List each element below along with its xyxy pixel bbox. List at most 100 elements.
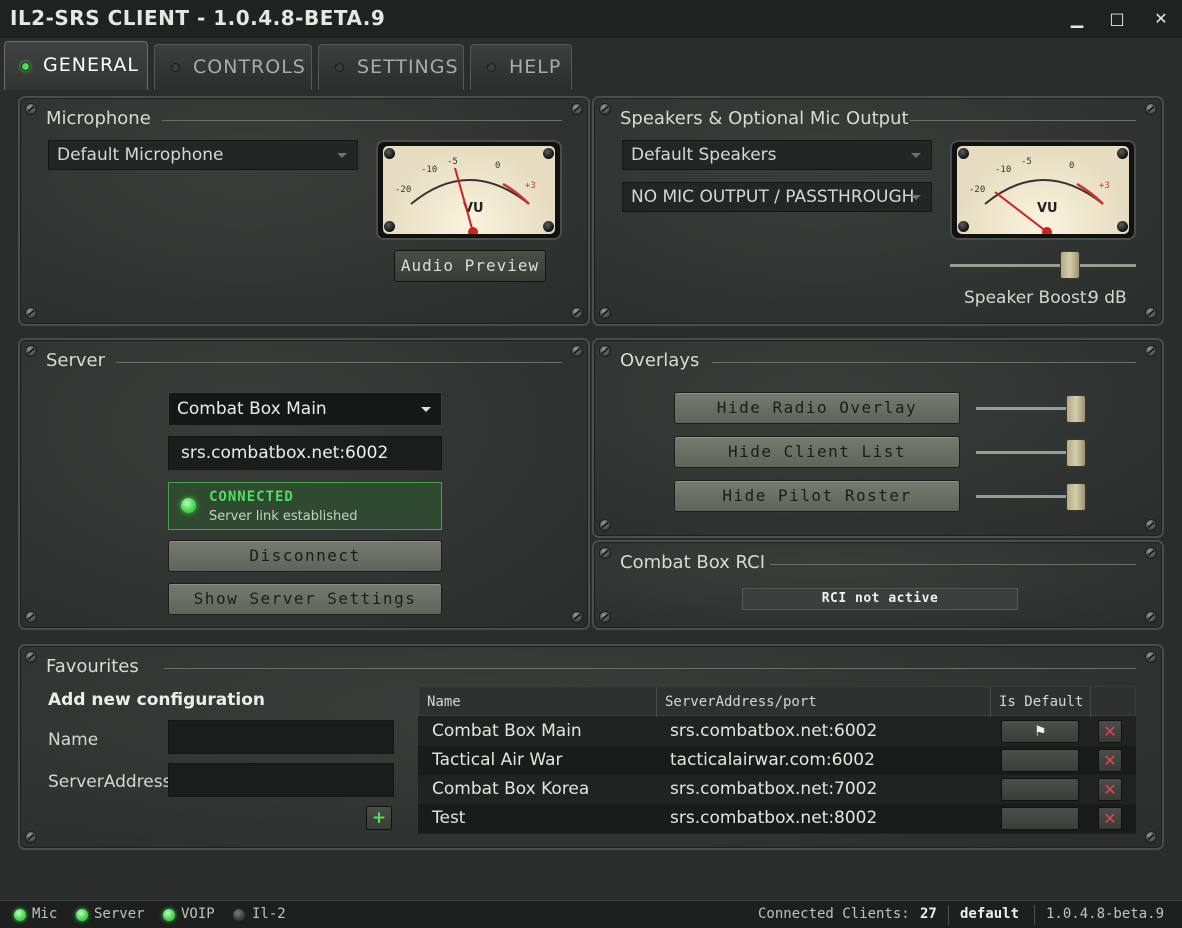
row-address: srs.combatbox.net:8002 (670, 808, 878, 828)
mic-output-select[interactable]: NO MIC OUTPUT / PASSTHROUGH (622, 182, 932, 212)
panel-title: Favourites (46, 656, 139, 677)
set-default-button[interactable] (1001, 749, 1079, 772)
maximize-button[interactable]: □ (1102, 6, 1132, 32)
title-bar: IL2-SRS CLIENT - 1.0.4.8-BETA.9 ▁ □ ✕ (0, 0, 1182, 38)
screw-icon (25, 611, 37, 623)
set-default-button[interactable] (1001, 778, 1079, 801)
server-panel: Server Combat Box Main srs.combatbox.net… (18, 338, 590, 630)
tab-label: SETTINGS (357, 56, 459, 78)
speakers-select[interactable]: Default Speakers (622, 140, 932, 170)
column-header-address[interactable]: ServerAddress/port (657, 687, 991, 717)
divider (948, 905, 949, 925)
column-header-is-default[interactable]: Is Default (991, 687, 1091, 717)
divider (162, 120, 562, 121)
tab-led-icon (487, 63, 496, 72)
speaker-boost-track[interactable] (950, 264, 1136, 267)
connected-clients-label: Connected Clients: (758, 906, 910, 922)
set-default-button[interactable]: ⚑ (1001, 720, 1079, 743)
delete-favourite-button[interactable]: ✕ (1098, 778, 1122, 801)
server-select-value: Combat Box Main (177, 399, 327, 419)
row-address: tacticalairwar.com:6002 (670, 750, 875, 770)
il2-status-label: Il-2 (252, 906, 286, 922)
row-name: Combat Box Korea (432, 779, 590, 799)
chevron-down-icon (911, 195, 921, 200)
screw-icon (599, 611, 611, 623)
screw-icon (599, 519, 611, 531)
favourite-address-input[interactable] (168, 763, 394, 797)
status-title: CONNECTED (209, 489, 294, 505)
column-header-name[interactable]: Name (419, 687, 657, 717)
screw-icon (25, 307, 37, 319)
tab-controls[interactable]: CONTROLS (154, 44, 312, 90)
connection-status: CONNECTED Server link established (168, 482, 442, 530)
row-name: Test (432, 808, 466, 828)
client-list-opacity-slider[interactable] (1066, 439, 1086, 467)
vu-tick-label: -10 (421, 165, 437, 175)
chevron-down-icon (337, 153, 347, 158)
disconnect-button[interactable]: Disconnect (168, 540, 442, 572)
divider (770, 564, 1136, 565)
divider (1034, 905, 1035, 925)
set-default-button[interactable] (1001, 807, 1079, 830)
pilot-roster-opacity-track[interactable] (976, 495, 1068, 498)
table-row[interactable]: Combat Box Main srs.combatbox.net:6002 ⚑… (418, 717, 1136, 746)
row-name: Tactical Air War (432, 750, 563, 770)
screw-icon (25, 345, 37, 357)
server-select[interactable]: Combat Box Main (168, 392, 442, 426)
tab-label: GENERAL (43, 54, 139, 76)
table-row[interactable]: Combat Box Korea srs.combatbox.net:7002 … (418, 775, 1136, 804)
vu-tick-label: -5 (1021, 157, 1032, 167)
show-server-settings-button[interactable]: Show Server Settings (168, 583, 442, 615)
voip-status-led-icon (163, 909, 175, 921)
tab-bar: GENERAL CONTROLS SETTINGS HELP (0, 38, 1182, 90)
speakers-select-value: Default Speakers (631, 145, 777, 165)
table-row[interactable]: Tactical Air War tacticalairwar.com:6002… (418, 746, 1136, 775)
screw-icon (599, 547, 611, 559)
speaker-boost-slider[interactable] (1059, 251, 1080, 279)
audio-preview-button[interactable]: Audio Preview (394, 250, 546, 282)
chevron-down-icon (911, 153, 921, 158)
tab-help[interactable]: HELP (470, 44, 572, 90)
hide-client-list-button[interactable]: Hide Client List (674, 436, 960, 468)
server-address-input[interactable]: srs.combatbox.net:6002 (168, 436, 442, 470)
hide-radio-overlay-button[interactable]: Hide Radio Overlay (674, 392, 960, 424)
table-row[interactable]: Test srs.combatbox.net:8002 ✕ (418, 804, 1136, 833)
microphone-select[interactable]: Default Microphone (48, 140, 358, 170)
screw-icon (571, 611, 583, 623)
screw-icon (599, 345, 611, 357)
close-button[interactable]: ✕ (1146, 6, 1176, 32)
vu-tick-label: -5 (447, 157, 458, 167)
favourites-table: Name ServerAddress/port Is Default Comba… (418, 686, 1136, 834)
radio-overlay-opacity-track[interactable] (976, 407, 1068, 410)
delete-favourite-button[interactable]: ✕ (1098, 749, 1122, 772)
tab-general[interactable]: GENERAL (4, 41, 148, 90)
row-address: srs.combatbox.net:7002 (670, 779, 878, 799)
pilot-roster-opacity-slider[interactable] (1066, 483, 1086, 511)
tab-settings[interactable]: SETTINGS (318, 44, 464, 90)
row-address: srs.combatbox.net:6002 (670, 721, 878, 741)
delete-favourite-button[interactable]: ✕ (1098, 807, 1122, 830)
speaker-boost-value: 9 dB (1088, 288, 1127, 308)
screw-icon (1145, 345, 1157, 357)
client-list-opacity-track[interactable] (976, 451, 1068, 454)
mic-status-label: Mic (32, 906, 58, 922)
delete-favourite-button[interactable]: ✕ (1098, 720, 1122, 743)
minimize-button[interactable]: ▁ (1062, 6, 1092, 32)
screw-icon (571, 345, 583, 357)
favourite-name-input[interactable] (168, 720, 394, 754)
add-favourite-button[interactable]: + (366, 806, 392, 830)
tab-led-icon (21, 62, 30, 71)
vu-label: VU (1037, 201, 1058, 216)
tab-label: CONTROLS (193, 56, 306, 78)
radio-overlay-opacity-slider[interactable] (1066, 395, 1086, 423)
hide-pilot-roster-button[interactable]: Hide Pilot Roster (674, 480, 960, 512)
panel-title: Microphone (46, 108, 151, 129)
divider (910, 120, 1136, 121)
mic-output-select-value: NO MIC OUTPUT / PASSTHROUGH (631, 187, 915, 207)
divider (712, 362, 1136, 363)
voip-status-label: VOIP (181, 906, 215, 922)
panel-title: Overlays (620, 350, 700, 371)
speakers-vu-meter: -20 -10 -5 0 +3 VU (950, 140, 1136, 240)
profile-name: default (960, 906, 1020, 922)
status-subtitle: Server link established (209, 509, 358, 524)
